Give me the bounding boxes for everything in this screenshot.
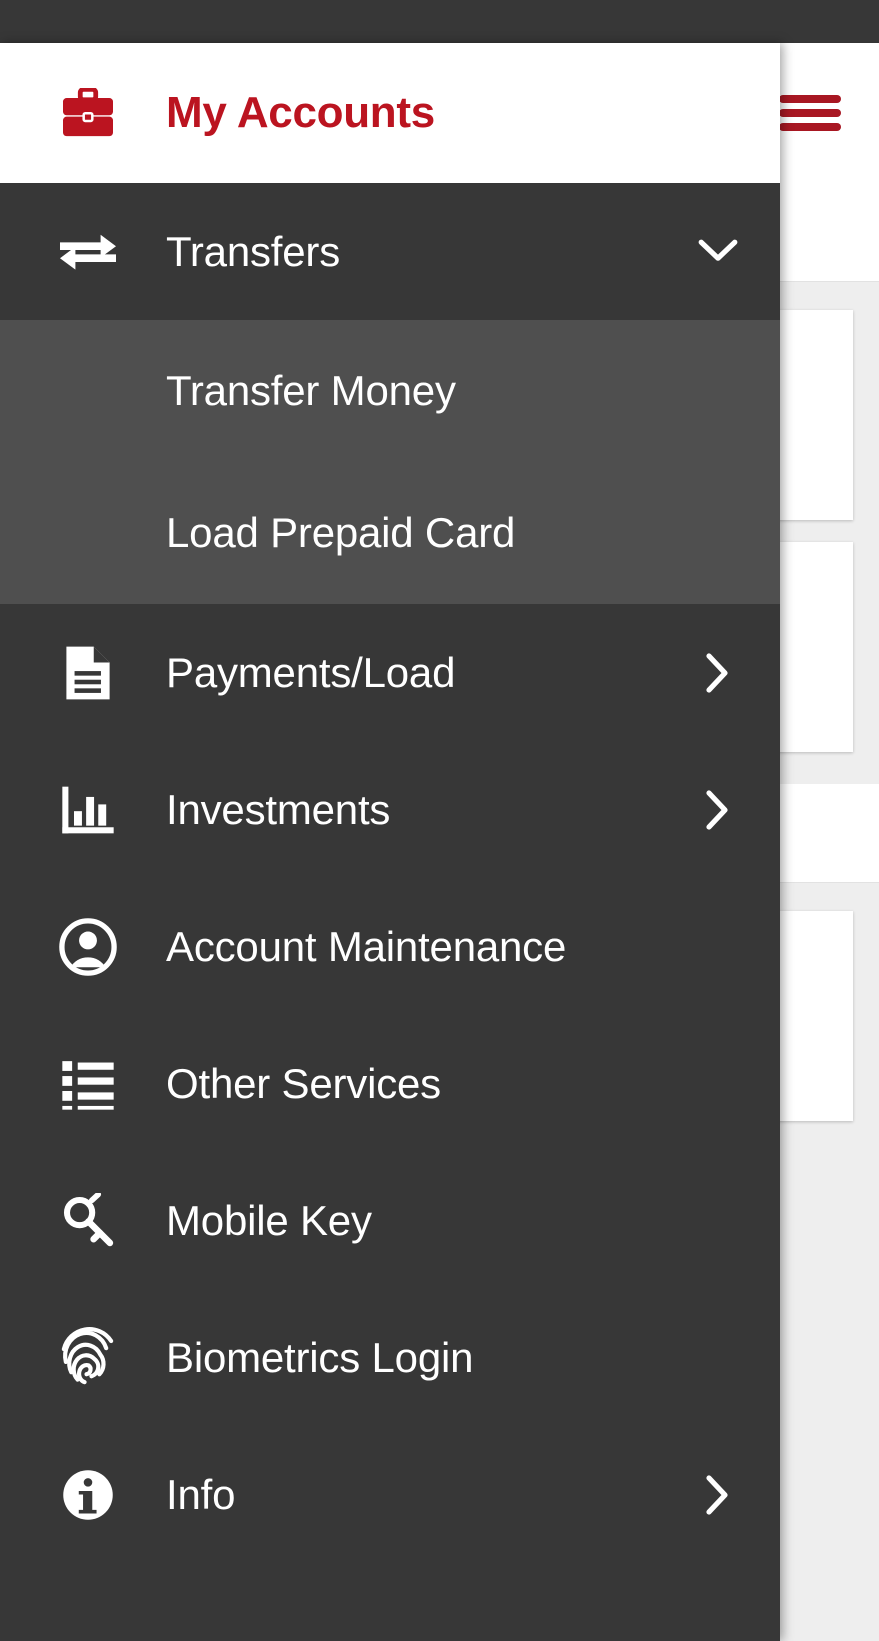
sidebar-item-label: Info	[166, 1470, 236, 1518]
drawer-item-my-accounts[interactable]: My Accounts	[0, 43, 780, 183]
chevron-right-icon[interactable]	[698, 789, 738, 831]
key-icon	[56, 1192, 120, 1249]
transfer-arrows-icon	[56, 230, 120, 274]
sidebar-item-investments[interactable]: Investments	[0, 741, 780, 878]
sidebar-item-biometrics-login[interactable]: Biometrics Login	[0, 1289, 780, 1426]
sidebar-item-label: Mobile Key	[166, 1196, 372, 1244]
chevron-right-icon[interactable]	[698, 1474, 738, 1516]
document-icon	[56, 644, 120, 702]
hamburger-menu-icon[interactable]	[779, 91, 841, 135]
sidebar-item-transfers[interactable]: Transfers	[0, 183, 780, 320]
sidebar-item-label: Payments/Load	[166, 648, 456, 696]
briefcase-icon	[56, 88, 120, 138]
info-circle-icon	[56, 1468, 120, 1522]
fingerprint-icon	[56, 1326, 120, 1390]
drawer-title: My Accounts	[166, 88, 435, 137]
screen-root: Deposit Accounts Savings Account 1234567…	[0, 0, 879, 1641]
sidebar-subitem-load-prepaid-card[interactable]: Load Prepaid Card	[0, 462, 780, 604]
sidebar-item-label: Transfers	[166, 227, 341, 275]
sidebar-item-label: Other Services	[166, 1059, 441, 1107]
sidebar-item-payments-load[interactable]: Payments/Load	[0, 604, 780, 741]
chevron-right-icon[interactable]	[698, 652, 738, 694]
sidebar-item-label: Investments	[166, 785, 391, 833]
bar-chart-icon	[56, 784, 120, 836]
list-icon	[56, 1058, 120, 1110]
sidebar-item-account-maintenance[interactable]: Account Maintenance	[0, 878, 780, 1015]
status-bar	[0, 0, 879, 43]
sidebar-item-label: Account Maintenance	[166, 922, 567, 970]
sidebar-item-info[interactable]: Info	[0, 1426, 780, 1563]
drawer-bottom-filler	[0, 1563, 780, 1641]
sidebar-subitem-transfer-money[interactable]: Transfer Money	[0, 320, 780, 462]
sidebar-item-label: Biometrics Login	[166, 1333, 474, 1381]
sidebar-item-mobile-key[interactable]: Mobile Key	[0, 1152, 780, 1289]
sidebar-item-other-services[interactable]: Other Services	[0, 1015, 780, 1152]
submenu-transfers: Transfer Money Load Prepaid Card	[0, 320, 780, 604]
chevron-down-icon[interactable]	[698, 239, 738, 265]
navigation-drawer: My Accounts Transfers Transfer Money Loa…	[0, 43, 780, 1641]
user-circle-icon	[56, 917, 120, 976]
